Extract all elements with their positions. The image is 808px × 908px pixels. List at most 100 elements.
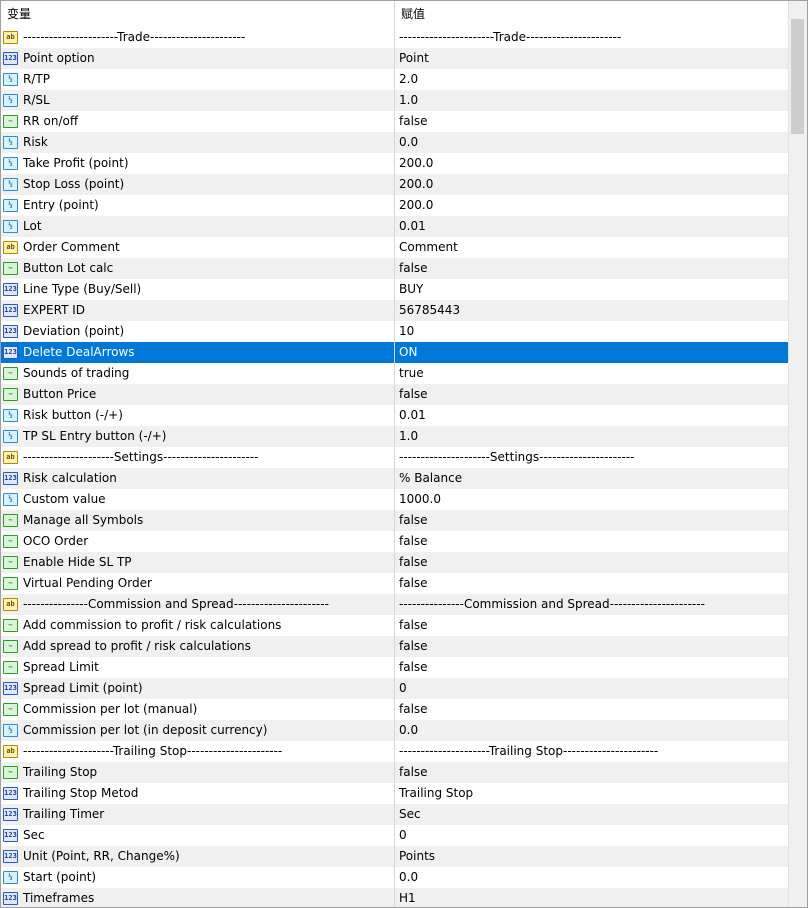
table-row[interactable]: ~ Add spread to profit / risk calculation… (1, 636, 790, 657)
variable-cell[interactable]: 123 Trailing Stop Metod (1, 783, 395, 804)
table-row[interactable]: ~ Spread Limit false (1, 657, 790, 678)
table-row[interactable]: ~ Virtual Pending Order false (1, 573, 790, 594)
value-cell[interactable]: 1.0 (395, 90, 790, 111)
variable-cell[interactable]: ab ---------------Commission and Spread--… (1, 594, 395, 615)
variable-cell[interactable]: ~ Add spread to profit / risk calculation… (1, 636, 395, 657)
value-cell[interactable]: ----------------------Trade-------------… (395, 27, 790, 48)
table-row[interactable]: 123 Line Type (Buy/Sell) BUY (1, 279, 790, 300)
value-cell[interactable]: 0 (395, 678, 790, 699)
table-row[interactable]: ~ Trailing Stop false (1, 762, 790, 783)
value-cell[interactable]: false (395, 636, 790, 657)
variable-cell[interactable]: ½ Start (point) (1, 867, 395, 888)
value-cell[interactable]: false (395, 657, 790, 678)
vertical-scrollbar[interactable] (788, 1, 807, 907)
value-cell[interactable]: 1.0 (395, 426, 790, 447)
value-cell[interactable]: false (395, 258, 790, 279)
variable-cell[interactable]: 123 Sec (1, 825, 395, 846)
table-row[interactable]: ~ Button Lot calc false (1, 258, 790, 279)
table-row[interactable]: ~ Enable Hide SL TP false (1, 552, 790, 573)
variable-cell[interactable]: ~ Trailing Stop (1, 762, 395, 783)
table-row[interactable]: ab ---------------------Trailing Stop----… (1, 741, 790, 762)
variable-cell[interactable]: ~ Button Price (1, 384, 395, 405)
variable-cell[interactable]: ab Order Comment (1, 237, 395, 258)
table-row[interactable]: ½ R/SL 1.0 (1, 90, 790, 111)
variable-cell[interactable]: ab ---------------------Trailing Stop----… (1, 741, 395, 762)
variable-cell[interactable]: ½ TP SL Entry button (-/+) (1, 426, 395, 447)
value-cell[interactable]: Comment (395, 237, 790, 258)
column-header-variable[interactable]: 变量 (1, 1, 395, 27)
value-cell[interactable]: ON (395, 342, 790, 363)
table-row[interactable]: ~ Manage all Symbols false (1, 510, 790, 531)
variable-cell[interactable]: 123 Timeframes (1, 888, 395, 907)
value-cell[interactable]: ---------------------Settings-----------… (395, 447, 790, 468)
table-row[interactable]: 123 EXPERT ID 56785443 (1, 300, 790, 321)
variable-cell[interactable]: ½ R/SL (1, 90, 395, 111)
variable-cell[interactable]: ~ Virtual Pending Order (1, 573, 395, 594)
table-row[interactable]: 123 Spread Limit (point) 0 (1, 678, 790, 699)
value-cell[interactable]: true (395, 363, 790, 384)
variable-cell[interactable]: ~ Button Lot calc (1, 258, 395, 279)
table-row[interactable]: ½ Commission per lot (in deposit currency… (1, 720, 790, 741)
variable-cell[interactable]: 123 Line Type (Buy/Sell) (1, 279, 395, 300)
table-row[interactable]: ~ RR on/off false (1, 111, 790, 132)
value-cell[interactable]: ---------------------Trailing Stop------… (395, 741, 790, 762)
value-cell[interactable]: 0 (395, 825, 790, 846)
table-row[interactable]: ~ OCO Order false (1, 531, 790, 552)
value-cell[interactable]: 200.0 (395, 153, 790, 174)
variable-cell[interactable]: 123 Spread Limit (point) (1, 678, 395, 699)
value-cell[interactable]: 0.01 (395, 405, 790, 426)
variable-cell[interactable]: ½ Custom value (1, 489, 395, 510)
variable-cell[interactable]: ab ----------------------Trade-----------… (1, 27, 395, 48)
variable-cell[interactable]: 123 Point option (1, 48, 395, 69)
value-cell[interactable]: false (395, 111, 790, 132)
scrollbar-thumb[interactable] (791, 19, 804, 134)
value-cell[interactable]: Point (395, 48, 790, 69)
table-row[interactable]: ~ Button Price false (1, 384, 790, 405)
variable-cell[interactable]: ½ Entry (point) (1, 195, 395, 216)
value-cell[interactable]: ---------------Commission and Spread----… (395, 594, 790, 615)
table-row[interactable]: ab ----------------------Trade-----------… (1, 27, 790, 48)
table-row[interactable]: 123 Trailing Stop Metod Trailing Stop (1, 783, 790, 804)
table-row[interactable]: ½ Stop Loss (point) 200.0 (1, 174, 790, 195)
value-cell[interactable]: Trailing Stop (395, 783, 790, 804)
table-row[interactable]: ½ R/TP 2.0 (1, 69, 790, 90)
value-cell[interactable]: false (395, 510, 790, 531)
value-cell[interactable]: 56785443 (395, 300, 790, 321)
variable-cell[interactable]: ~ Spread Limit (1, 657, 395, 678)
variable-cell[interactable]: 123 Deviation (point) (1, 321, 395, 342)
value-cell[interactable]: false (395, 762, 790, 783)
value-cell[interactable]: false (395, 531, 790, 552)
variable-cell[interactable]: ab ---------------------Settings---------… (1, 447, 395, 468)
table-row[interactable]: ½ Risk 0.0 (1, 132, 790, 153)
variable-cell[interactable]: ½ Commission per lot (in deposit currency… (1, 720, 395, 741)
variable-cell[interactable]: ½ Risk (1, 132, 395, 153)
variable-cell[interactable]: 123 Risk calculation (1, 468, 395, 489)
column-header-value[interactable]: 赋值 (395, 1, 790, 27)
value-cell[interactable]: 10 (395, 321, 790, 342)
table-row[interactable]: ~ Add commission to profit / risk calcula… (1, 615, 790, 636)
variable-cell[interactable]: ½ Lot (1, 216, 395, 237)
value-cell[interactable]: BUY (395, 279, 790, 300)
table-row[interactable]: ~ Commission per lot (manual) false (1, 699, 790, 720)
table-row[interactable]: 123 Risk calculation % Balance (1, 468, 790, 489)
table-row[interactable]: ½ Risk button (-/+) 0.01 (1, 405, 790, 426)
table-row[interactable]: ½ Custom value 1000.0 (1, 489, 790, 510)
value-cell[interactable]: Sec (395, 804, 790, 825)
variable-cell[interactable]: ½ Take Profit (point) (1, 153, 395, 174)
table-row[interactable]: 123 Point option Point (1, 48, 790, 69)
value-cell[interactable]: H1 (395, 888, 790, 907)
table-row[interactable]: ½ Take Profit (point) 200.0 (1, 153, 790, 174)
value-cell[interactable]: 0.0 (395, 720, 790, 741)
value-cell[interactable]: Points (395, 846, 790, 867)
value-cell[interactable]: 0.0 (395, 867, 790, 888)
value-cell[interactable]: false (395, 552, 790, 573)
table-row[interactable]: ½ Lot 0.01 (1, 216, 790, 237)
variable-cell[interactable]: 123 Delete DealArrows (1, 342, 395, 363)
variable-cell[interactable]: 123 EXPERT ID (1, 300, 395, 321)
value-cell[interactable]: % Balance (395, 468, 790, 489)
table-row[interactable]: ab Order Comment Comment (1, 237, 790, 258)
variable-cell[interactable]: ½ Risk button (-/+) (1, 405, 395, 426)
value-cell[interactable]: false (395, 573, 790, 594)
variable-cell[interactable]: ~ Add commission to profit / risk calcula… (1, 615, 395, 636)
variable-cell[interactable]: ~ Commission per lot (manual) (1, 699, 395, 720)
